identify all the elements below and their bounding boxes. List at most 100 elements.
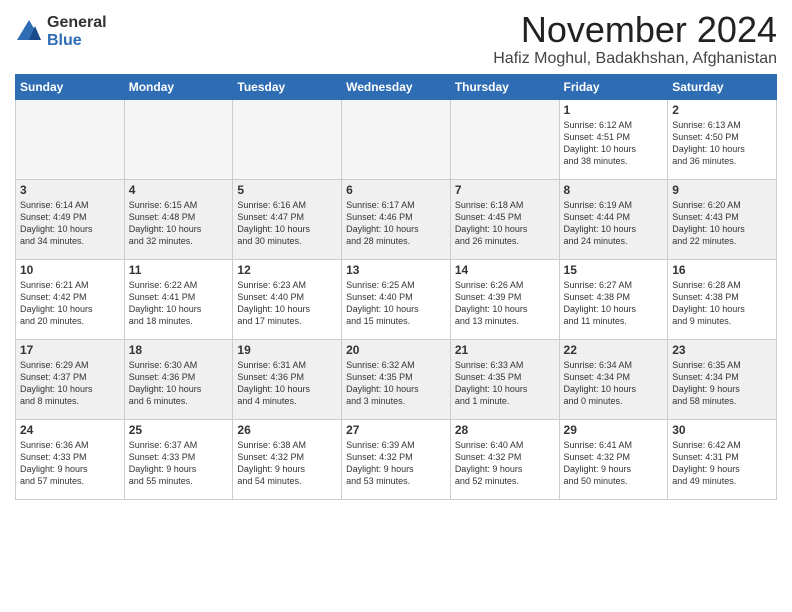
day-number: 4 <box>129 183 229 197</box>
header-thursday: Thursday <box>450 74 559 99</box>
day-info: Sunrise: 6:29 AM Sunset: 4:37 PM Dayligh… <box>20 359 120 408</box>
day-number: 15 <box>564 263 664 277</box>
header-sunday: Sunday <box>16 74 125 99</box>
day-number: 7 <box>455 183 555 197</box>
calendar-cell <box>450 99 559 179</box>
calendar-cell: 5Sunrise: 6:16 AM Sunset: 4:47 PM Daylig… <box>233 179 342 259</box>
day-info: Sunrise: 6:36 AM Sunset: 4:33 PM Dayligh… <box>20 439 120 488</box>
header-friday: Friday <box>559 74 668 99</box>
calendar-cell: 15 Sunrise: 6:27 AM Sunset: 4:38 PM Dayli… <box>559 259 668 339</box>
day-info: Sunrise: 6:27 AM Sunset: 4:38 PM Dayligh… <box>564 279 664 328</box>
day-info: Sunrise: 6:39 AM Sunset: 4:32 PM Dayligh… <box>346 439 446 488</box>
day-number: 18 <box>129 343 229 357</box>
calendar-cell: 8Sunrise: 6:19 AM Sunset: 4:44 PM Daylig… <box>559 179 668 259</box>
calendar-row-0: 1 Sunrise: 6:12 AM Sunset: 4:51 PM Daylig… <box>16 99 777 179</box>
calendar-row-4: 24 Sunrise: 6:36 AM Sunset: 4:33 PM Dayli… <box>16 419 777 499</box>
day-info: Sunrise: 6:28 AM Sunset: 4:38 PM Dayligh… <box>672 279 772 328</box>
day-number: 22 <box>564 343 664 357</box>
day-number: 13 <box>346 263 446 277</box>
day-number: 2 <box>672 103 772 117</box>
day-number: 24 <box>20 423 120 437</box>
calendar-cell: 11 Sunrise: 6:22 AM Sunset: 4:41 PM Dayli… <box>124 259 233 339</box>
calendar-cell: 1 Sunrise: 6:12 AM Sunset: 4:51 PM Daylig… <box>559 99 668 179</box>
day-number: 21 <box>455 343 555 357</box>
day-info: Sunrise: 6:31 AM Sunset: 4:36 PM Dayligh… <box>237 359 337 408</box>
calendar-table: Sunday Monday Tuesday Wednesday Thursday… <box>15 74 777 500</box>
calendar-row-2: 10 Sunrise: 6:21 AM Sunset: 4:42 PM Dayli… <box>16 259 777 339</box>
day-info: Sunrise: 6:21 AM Sunset: 4:42 PM Dayligh… <box>20 279 120 328</box>
day-number: 25 <box>129 423 229 437</box>
day-number: 9 <box>672 183 772 197</box>
day-number: 30 <box>672 423 772 437</box>
day-number: 11 <box>129 263 229 277</box>
header-tuesday: Tuesday <box>233 74 342 99</box>
title-block: November 2024 Hafiz Moghul, Badakhshan, … <box>493 10 777 68</box>
day-info: Sunrise: 6:14 AM Sunset: 4:49 PM Dayligh… <box>20 199 120 248</box>
calendar-cell <box>124 99 233 179</box>
day-info: Sunrise: 6:17 AM Sunset: 4:46 PM Dayligh… <box>346 199 446 248</box>
day-number: 19 <box>237 343 337 357</box>
day-number: 12 <box>237 263 337 277</box>
header-saturday: Saturday <box>668 74 777 99</box>
calendar-cell: 23 Sunrise: 6:35 AM Sunset: 4:34 PM Dayli… <box>668 339 777 419</box>
calendar-cell: 28 Sunrise: 6:40 AM Sunset: 4:32 PM Dayli… <box>450 419 559 499</box>
day-info: Sunrise: 6:23 AM Sunset: 4:40 PM Dayligh… <box>237 279 337 328</box>
day-info: Sunrise: 6:38 AM Sunset: 4:32 PM Dayligh… <box>237 439 337 488</box>
calendar-cell: 22 Sunrise: 6:34 AM Sunset: 4:34 PM Dayli… <box>559 339 668 419</box>
calendar-cell: 24 Sunrise: 6:36 AM Sunset: 4:33 PM Dayli… <box>16 419 125 499</box>
calendar-cell: 25 Sunrise: 6:37 AM Sunset: 4:33 PM Dayli… <box>124 419 233 499</box>
calendar-cell: 29Sunrise: 6:41 AM Sunset: 4:32 PM Dayli… <box>559 419 668 499</box>
day-info: Sunrise: 6:26 AM Sunset: 4:39 PM Dayligh… <box>455 279 555 328</box>
day-info: Sunrise: 6:37 AM Sunset: 4:33 PM Dayligh… <box>129 439 229 488</box>
calendar-cell: 19 Sunrise: 6:31 AM Sunset: 4:36 PM Dayli… <box>233 339 342 419</box>
calendar-cell: 16Sunrise: 6:28 AM Sunset: 4:38 PM Dayli… <box>668 259 777 339</box>
calendar-cell: 9 Sunrise: 6:20 AM Sunset: 4:43 PM Daylig… <box>668 179 777 259</box>
day-info: Sunrise: 6:35 AM Sunset: 4:34 PM Dayligh… <box>672 359 772 408</box>
day-info: Sunrise: 6:22 AM Sunset: 4:41 PM Dayligh… <box>129 279 229 328</box>
calendar-cell: 27Sunrise: 6:39 AM Sunset: 4:32 PM Dayli… <box>342 419 451 499</box>
day-number: 28 <box>455 423 555 437</box>
day-info: Sunrise: 6:32 AM Sunset: 4:35 PM Dayligh… <box>346 359 446 408</box>
day-info: Sunrise: 6:40 AM Sunset: 4:32 PM Dayligh… <box>455 439 555 488</box>
calendar-cell: 4Sunrise: 6:15 AM Sunset: 4:48 PM Daylig… <box>124 179 233 259</box>
day-info: Sunrise: 6:12 AM Sunset: 4:51 PM Dayligh… <box>564 119 664 168</box>
header-wednesday: Wednesday <box>342 74 451 99</box>
day-info: Sunrise: 6:42 AM Sunset: 4:31 PM Dayligh… <box>672 439 772 488</box>
calendar-cell <box>233 99 342 179</box>
day-info: Sunrise: 6:25 AM Sunset: 4:40 PM Dayligh… <box>346 279 446 328</box>
day-number: 14 <box>455 263 555 277</box>
calendar-cell: 10 Sunrise: 6:21 AM Sunset: 4:42 PM Dayli… <box>16 259 125 339</box>
day-number: 20 <box>346 343 446 357</box>
logo-text: General Blue <box>47 14 107 49</box>
day-number: 10 <box>20 263 120 277</box>
calendar-cell: 14 Sunrise: 6:26 AM Sunset: 4:39 PM Dayli… <box>450 259 559 339</box>
day-info: Sunrise: 6:20 AM Sunset: 4:43 PM Dayligh… <box>672 199 772 248</box>
calendar-cell: 3 Sunrise: 6:14 AM Sunset: 4:49 PM Daylig… <box>16 179 125 259</box>
month-title: November 2024 <box>493 10 777 50</box>
day-number: 17 <box>20 343 120 357</box>
day-number: 23 <box>672 343 772 357</box>
day-info: Sunrise: 6:18 AM Sunset: 4:45 PM Dayligh… <box>455 199 555 248</box>
logo: General Blue <box>15 14 107 49</box>
calendar-cell <box>16 99 125 179</box>
day-number: 29 <box>564 423 664 437</box>
calendar-header-row: Sunday Monday Tuesday Wednesday Thursday… <box>16 74 777 99</box>
day-number: 1 <box>564 103 664 117</box>
day-info: Sunrise: 6:33 AM Sunset: 4:35 PM Dayligh… <box>455 359 555 408</box>
calendar-cell: 20 Sunrise: 6:32 AM Sunset: 4:35 PM Dayli… <box>342 339 451 419</box>
page: General Blue November 2024 Hafiz Moghul,… <box>0 0 792 612</box>
calendar-cell: 12 Sunrise: 6:23 AM Sunset: 4:40 PM Dayli… <box>233 259 342 339</box>
calendar-cell <box>342 99 451 179</box>
calendar-cell: 26Sunrise: 6:38 AM Sunset: 4:32 PM Dayli… <box>233 419 342 499</box>
header-monday: Monday <box>124 74 233 99</box>
calendar-cell: 2Sunrise: 6:13 AM Sunset: 4:50 PM Daylig… <box>668 99 777 179</box>
calendar-cell: 7 Sunrise: 6:18 AM Sunset: 4:45 PM Daylig… <box>450 179 559 259</box>
day-info: Sunrise: 6:19 AM Sunset: 4:44 PM Dayligh… <box>564 199 664 248</box>
logo-general-text: General <box>47 14 107 32</box>
calendar-cell: 17 Sunrise: 6:29 AM Sunset: 4:37 PM Dayli… <box>16 339 125 419</box>
logo-blue-text: Blue <box>47 32 107 50</box>
calendar-row-1: 3 Sunrise: 6:14 AM Sunset: 4:49 PM Daylig… <box>16 179 777 259</box>
day-number: 3 <box>20 183 120 197</box>
header: General Blue November 2024 Hafiz Moghul,… <box>15 10 777 68</box>
day-info: Sunrise: 6:34 AM Sunset: 4:34 PM Dayligh… <box>564 359 664 408</box>
